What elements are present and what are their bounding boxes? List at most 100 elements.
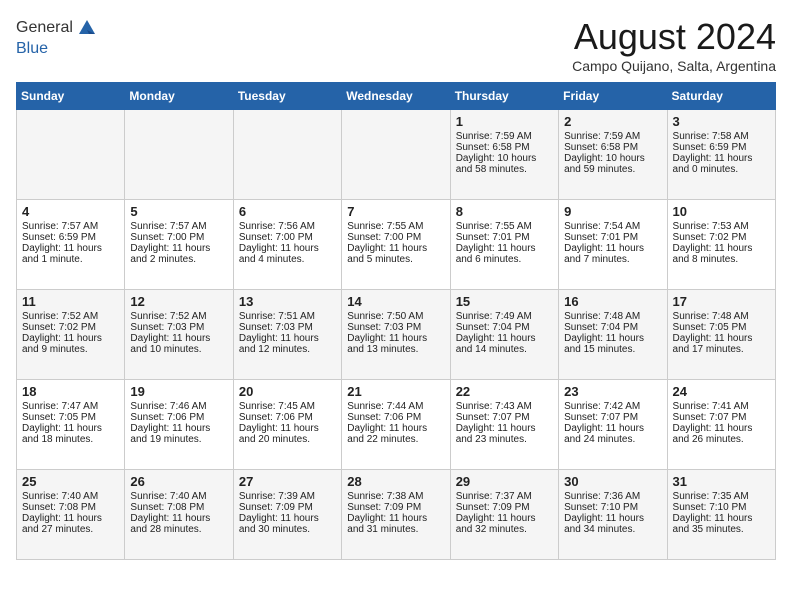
day-info: Sunset: 7:07 PM [456,412,553,423]
day-number: 19 [130,384,227,399]
day-info: Sunset: 7:09 PM [347,502,444,513]
day-info: Sunset: 7:04 PM [564,322,661,333]
day-info: Sunset: 7:02 PM [673,232,770,243]
day-number: 5 [130,204,227,219]
day-info: Sunrise: 7:37 AM [456,491,553,502]
day-info: Sunset: 7:01 PM [564,232,661,243]
calendar-cell: 21Sunrise: 7:44 AMSunset: 7:06 PMDayligh… [342,380,450,470]
location: Campo Quijano, Salta, Argentina [572,58,776,74]
day-info: Daylight: 11 hours and 10 minutes. [130,333,227,355]
day-number: 30 [564,474,661,489]
weekday-header-thursday: Thursday [450,83,558,110]
day-number: 26 [130,474,227,489]
day-info: Sunset: 7:03 PM [239,322,336,333]
day-info: Sunrise: 7:42 AM [564,401,661,412]
page-header: General Blue August 2024 Campo Quijano, … [16,16,776,74]
day-number: 18 [22,384,119,399]
day-info: Sunset: 7:10 PM [673,502,770,513]
day-info: Sunrise: 7:57 AM [22,221,119,232]
day-number: 4 [22,204,119,219]
calendar-body: 1 Sunrise: 7:59 AM Sunset: 6:58 PM Daylight… [17,110,776,560]
weekday-header-saturday: Saturday [667,83,775,110]
day-number: 29 [456,474,553,489]
day-info: Sunrise: 7:46 AM [130,401,227,412]
day-info: Daylight: 11 hours and 24 minutes. [564,423,661,445]
day-info: Sunrise: 7:41 AM [673,401,770,412]
day-info: Daylight: 11 hours and 6 minutes. [456,243,553,265]
calendar-cell: 7Sunrise: 7:55 AMSunset: 7:00 PMDaylight… [342,200,450,290]
day-info: Sunrise: 7:40 AM [130,491,227,502]
day-info: Sunrise: 7:52 AM [130,311,227,322]
day-info: Sunrise: 7:43 AM [456,401,553,412]
day-info: Daylight: 11 hours and 4 minutes. [239,243,336,265]
calendar-cell: 15Sunrise: 7:49 AMSunset: 7:04 PMDayligh… [450,290,558,380]
weekday-header-friday: Friday [559,83,667,110]
day-info: Daylight: 11 hours and 15 minutes. [564,333,661,355]
day-number: 2 [564,114,661,129]
day-number: 16 [564,294,661,309]
calendar-cell: 26Sunrise: 7:40 AMSunset: 7:08 PMDayligh… [125,470,233,560]
day-info: Sunrise: 7:50 AM [347,311,444,322]
day-info: Daylight: 11 hours and 23 minutes. [456,423,553,445]
calendar-cell [17,110,125,200]
day-info: Daylight: 11 hours and 17 minutes. [673,333,770,355]
day-number: 21 [347,384,444,399]
calendar-cell: 20Sunrise: 7:45 AMSunset: 7:06 PMDayligh… [233,380,341,470]
weekday-header-tuesday: Tuesday [233,83,341,110]
calendar-week-3: 11Sunrise: 7:52 AMSunset: 7:02 PMDayligh… [17,290,776,380]
calendar-cell: 3 Sunrise: 7:58 AMSunset: 6:59 PMDaylight… [667,110,775,200]
day-info: Daylight: 11 hours and 12 minutes. [239,333,336,355]
day-info: Sunset: 6:59 PM [22,232,119,243]
weekday-header-monday: Monday [125,83,233,110]
day-info: Sunset: 7:02 PM [22,322,119,333]
calendar-cell: 31Sunrise: 7:35 AMSunset: 7:10 PMDayligh… [667,470,775,560]
day-info: Sunset: 7:00 PM [130,232,227,243]
day-info: Sunset: 7:00 PM [239,232,336,243]
day-info: Sunrise: 7:58 AM [673,131,770,142]
day-number: 3 [673,114,770,129]
calendar-cell: 19Sunrise: 7:46 AMSunset: 7:06 PMDayligh… [125,380,233,470]
logo-blue-text: Blue [16,40,99,58]
day-info: Daylight: 11 hours and 14 minutes. [456,333,553,355]
calendar-cell [342,110,450,200]
calendar-cell: 23Sunrise: 7:42 AMSunset: 7:07 PMDayligh… [559,380,667,470]
day-info: Sunrise: 7:35 AM [673,491,770,502]
calendar-cell: 14Sunrise: 7:50 AMSunset: 7:03 PMDayligh… [342,290,450,380]
logo-icon [75,16,99,40]
day-info: Daylight: 11 hours and 0 minutes. [673,153,770,175]
day-number: 13 [239,294,336,309]
day-number: 1 [456,114,553,129]
day-info: Daylight: 11 hours and 19 minutes. [130,423,227,445]
day-info: Daylight: 11 hours and 13 minutes. [347,333,444,355]
day-info: Sunrise: 7:52 AM [22,311,119,322]
day-info: Daylight: 11 hours and 5 minutes. [347,243,444,265]
calendar-cell: 10Sunrise: 7:53 AMSunset: 7:02 PMDayligh… [667,200,775,290]
day-info: Sunset: 7:09 PM [456,502,553,513]
day-info: Sunrise: 7:40 AM [22,491,119,502]
day-info: Daylight: 11 hours and 34 minutes. [564,513,661,535]
day-info: Sunset: 7:04 PM [456,322,553,333]
day-info: Daylight: 11 hours and 35 minutes. [673,513,770,535]
day-info: Daylight: 11 hours and 32 minutes. [456,513,553,535]
day-info: Sunset: 7:00 PM [347,232,444,243]
day-number: 14 [347,294,444,309]
logo-general-text: General [16,19,73,37]
calendar-cell: 30Sunrise: 7:36 AMSunset: 7:10 PMDayligh… [559,470,667,560]
day-info: Sunset: 7:10 PM [564,502,661,513]
calendar-cell: 9Sunrise: 7:54 AMSunset: 7:01 PMDaylight… [559,200,667,290]
calendar-table: SundayMondayTuesdayWednesdayThursdayFrid… [16,82,776,560]
calendar-cell: 2Sunrise: 7:59 AMSunset: 6:58 PMDaylight… [559,110,667,200]
day-info: Sunset: 6:58 PM [564,142,661,153]
calendar-cell: 16Sunrise: 7:48 AMSunset: 7:04 PMDayligh… [559,290,667,380]
day-info: Sunrise: 7:56 AM [239,221,336,232]
day-info: Sunrise: 7:59 AM [456,131,553,142]
calendar-cell [233,110,341,200]
day-info: Daylight: 11 hours and 27 minutes. [22,513,119,535]
day-number: 22 [456,384,553,399]
month-title: August 2024 [572,16,776,58]
day-info: Sunset: 7:07 PM [564,412,661,423]
day-info: Sunrise: 7:53 AM [673,221,770,232]
day-info: Sunset: 7:06 PM [347,412,444,423]
calendar-cell: 18Sunrise: 7:47 AMSunset: 7:05 PMDayligh… [17,380,125,470]
day-info: Sunset: 6:59 PM [673,142,770,153]
